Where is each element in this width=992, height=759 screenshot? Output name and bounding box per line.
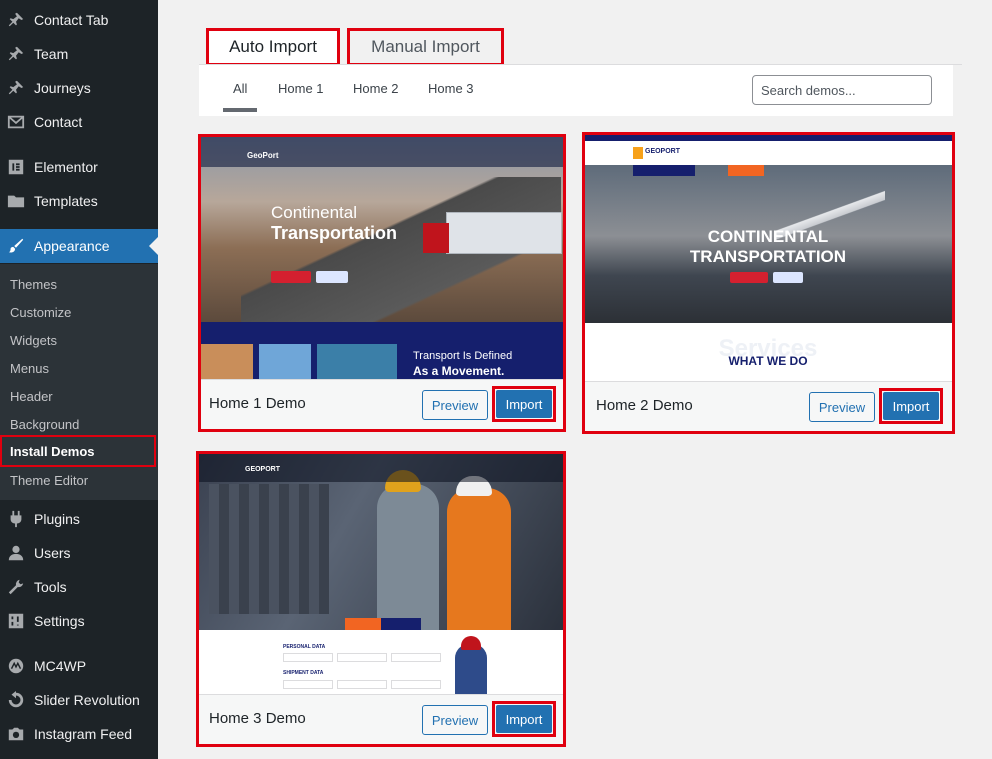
sidebar-item-contact-tab[interactable]: Contact Tab — [0, 3, 158, 37]
brush-icon — [6, 236, 26, 256]
filter-all[interactable]: All — [222, 81, 259, 112]
sidebar-item-tools[interactable]: Tools — [0, 570, 158, 604]
demo-thumbnail-home-2[interactable]: GEOPORT CONTINENTAL TRANSPORTATION Servi… — [585, 135, 952, 385]
demo-title: Home 2 Demo — [596, 397, 693, 414]
submenu-background[interactable]: Background — [0, 410, 158, 438]
sidebar-item-appearance[interactable]: Appearance — [0, 229, 158, 263]
sidebar-item-plugins[interactable]: Plugins — [0, 502, 158, 536]
search-demos-input[interactable] — [752, 75, 932, 105]
section-heading: WHAT WE DO — [728, 354, 808, 368]
sidebar-item-label: Team — [34, 46, 69, 62]
filter-home-3[interactable]: Home 3 — [428, 81, 474, 96]
sidebar-item-label: Settings — [34, 613, 85, 629]
mc4wp-icon — [6, 656, 26, 676]
admin-sidebar: Contact Tab Team Journeys Contact Elemen… — [0, 0, 158, 759]
refresh-icon — [6, 690, 26, 710]
sidebar-item-settings[interactable]: Settings — [0, 604, 158, 638]
sidebar-item-label: Plugins — [34, 511, 80, 527]
submenu-customize[interactable]: Customize — [0, 298, 158, 326]
elementor-icon — [6, 157, 26, 177]
logo: GEOPORT — [645, 148, 681, 155]
sidebar-item-contact[interactable]: Contact — [0, 105, 158, 139]
demo-title: Home 1 Demo — [209, 395, 306, 412]
section-heading-light: Transport Is Defined — [413, 350, 513, 362]
pin-icon — [6, 78, 26, 98]
logo: GeoPort — [247, 151, 279, 160]
import-button-outline: Import — [492, 701, 556, 737]
sidebar-item-label: Tools — [34, 579, 67, 595]
tab-auto-import[interactable]: Auto Import — [206, 28, 340, 66]
preview-button[interactable]: Preview — [422, 705, 488, 735]
submenu-theme-editor[interactable]: Theme Editor — [0, 466, 158, 494]
import-button[interactable]: Import — [496, 390, 552, 418]
demo-card-footer: Home 1 Demo Preview Import — [201, 379, 563, 429]
demo-card-home-2: GEOPORT CONTINENTAL TRANSPORTATION Servi… — [582, 132, 955, 434]
folder-icon — [6, 191, 26, 211]
demo-title: Home 3 Demo — [209, 710, 306, 727]
logo: GEOPORT — [245, 466, 281, 473]
sidebar-item-label: Elementor — [34, 159, 98, 175]
sidebar-item-slider-revolution[interactable]: Slider Revolution — [0, 683, 158, 717]
demo-card-footer: Home 2 Demo Preview Import — [585, 381, 952, 431]
demo-thumbnail-home-3[interactable]: GEOPORT PERSONAL DATA SHIPMENT DATA — [199, 454, 563, 698]
sidebar-item-users[interactable]: Users — [0, 536, 158, 570]
sidebar-item-label: Instagram Feed — [34, 726, 133, 742]
shipment-data-label: SHIPMENT DATA — [283, 670, 324, 676]
hero-line-2: TRANSPORTATION — [689, 247, 847, 266]
sidebar-item-templates[interactable]: Templates — [0, 184, 158, 218]
submenu-menus[interactable]: Menus — [0, 354, 158, 382]
sidebar-item-elementor[interactable]: Elementor — [0, 150, 158, 184]
tab-manual-import[interactable]: Manual Import — [347, 28, 504, 66]
import-button-outline: Import — [879, 388, 943, 424]
pin-icon — [6, 10, 26, 30]
pin-icon — [6, 44, 26, 64]
appearance-submenu: Themes Customize Widgets Menus Header Ba… — [0, 264, 158, 500]
sidebar-item-team[interactable]: Team — [0, 37, 158, 71]
section-heading-bold: As a Movement. — [413, 364, 505, 378]
hero-heading-light: Continental — [271, 203, 358, 222]
sidebar-item-label: Users — [34, 545, 71, 561]
import-button-outline: Import — [492, 386, 556, 422]
personal-data-label: PERSONAL DATA — [283, 644, 326, 650]
sidebar-item-label: Journeys — [34, 80, 91, 96]
hero-line-1: CONTINENTAL — [707, 227, 829, 246]
import-button[interactable]: Import — [883, 392, 939, 420]
sidebar-item-label: Contact — [34, 114, 83, 130]
sidebar-item-label: MC4WP — [34, 658, 87, 674]
wrench-icon — [6, 577, 26, 597]
demo-card-home-1: GeoPort Continental Transportation Trans… — [198, 134, 566, 432]
demo-thumbnail-home-1[interactable]: GeoPort Continental Transportation Trans… — [201, 137, 563, 383]
user-icon — [6, 543, 26, 563]
demo-card-home-3: GEOPORT PERSONAL DATA SHIPMENT DATA Home… — [196, 451, 566, 747]
demo-card-footer: Home 3 Demo Preview Import — [199, 694, 563, 744]
sidebar-item-label: Contact Tab — [34, 12, 109, 28]
import-button[interactable]: Import — [496, 705, 552, 733]
submenu-themes[interactable]: Themes — [0, 270, 158, 298]
filter-home-2[interactable]: Home 2 — [353, 81, 399, 96]
camera-icon — [6, 724, 26, 744]
preview-button[interactable]: Preview — [422, 390, 488, 420]
settings-icon — [6, 611, 26, 631]
sidebar-item-label: Templates — [34, 193, 98, 209]
sidebar-item-label: Appearance — [34, 238, 110, 254]
submenu-header[interactable]: Header — [0, 382, 158, 410]
preview-button[interactable]: Preview — [809, 392, 875, 422]
submenu-install-demos[interactable]: Install Demos — [0, 435, 156, 467]
hero-heading-bold: Transportation — [271, 223, 398, 243]
demo-filter-bar: All Home 1 Home 2 Home 3 — [199, 65, 953, 116]
sidebar-item-instagram-feed[interactable]: Instagram Feed — [0, 717, 158, 751]
plugin-icon — [6, 509, 26, 529]
sidebar-item-label: Slider Revolution — [34, 692, 140, 708]
sidebar-item-mc4wp[interactable]: MC4WP — [0, 649, 158, 683]
sidebar-item-journeys[interactable]: Journeys — [0, 71, 158, 105]
filter-home-1[interactable]: Home 1 — [278, 81, 324, 96]
mail-icon — [6, 112, 26, 132]
submenu-widgets[interactable]: Widgets — [0, 326, 158, 354]
